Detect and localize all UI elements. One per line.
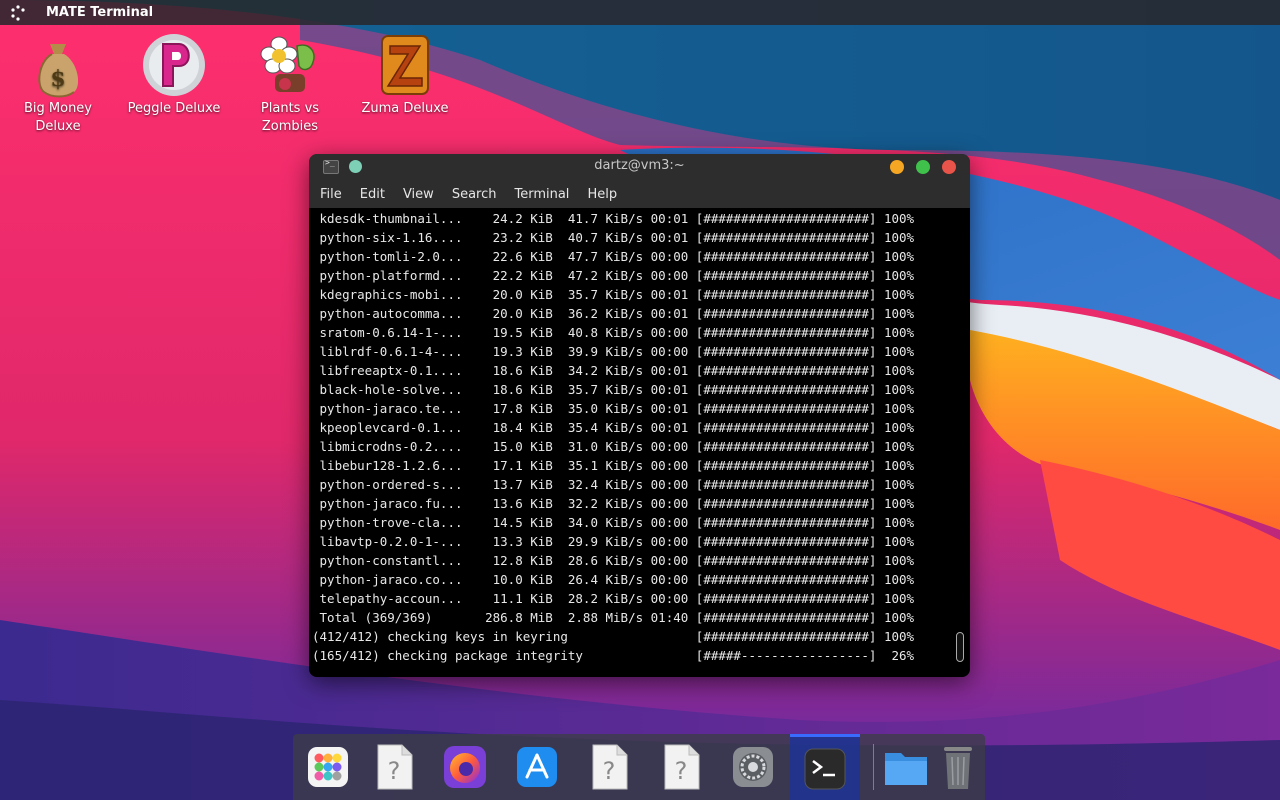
dock-item-app-store[interactable] xyxy=(502,734,572,800)
terminal-line: Total (369/369) 286.8 MiB 2.88 MiB/s 01:… xyxy=(312,610,915,625)
unknown-file-icon: ? xyxy=(592,744,628,790)
window-title: dartz@vm3:~ xyxy=(594,158,685,173)
menu-terminal[interactable]: Terminal xyxy=(505,187,578,202)
trash-icon xyxy=(944,747,972,789)
menu-edit[interactable]: Edit xyxy=(351,187,394,202)
zuma-icon xyxy=(381,35,429,95)
dock-item-firefox[interactable] xyxy=(430,734,500,800)
terminal-line: python-constantl... 12.8 KiB 28.6 KiB/s … xyxy=(312,553,915,568)
svg-text:?: ? xyxy=(603,757,616,785)
dock-item-trash[interactable] xyxy=(923,734,993,800)
minimize-button[interactable] xyxy=(890,160,904,174)
terminal-line: (165/412) checking package integrity [##… xyxy=(312,648,915,663)
terminal-line: python-tomli-2.0... 22.6 KiB 47.7 KiB/s … xyxy=(312,249,915,264)
svg-text:$: $ xyxy=(50,66,65,92)
desktop-icon-label: Plants vs Zombies xyxy=(260,101,320,134)
window-titlebar[interactable]: dartz@vm3:~ xyxy=(309,154,970,180)
terminal-text: kdesdk-thumbnail... 24.2 KiB 41.7 KiB/s … xyxy=(312,209,952,665)
dock-item-settings[interactable] xyxy=(718,734,788,800)
terminal-line: telepathy-accoun... 11.1 KiB 28.2 KiB/s … xyxy=(312,591,915,606)
svg-text:?: ? xyxy=(675,757,688,785)
svg-text:?: ? xyxy=(388,757,401,785)
plants-vs-zombies-icon xyxy=(260,36,315,92)
top-panel: MATE Terminal xyxy=(0,0,1280,25)
terminal-line: python-six-1.16.... 23.2 KiB 40.7 KiB/s … xyxy=(312,230,915,245)
active-app-title: MATE Terminal xyxy=(46,5,154,20)
terminal-window[interactable]: dartz@vm3:~ File Edit View Search Termin… xyxy=(309,154,970,677)
app-store-icon xyxy=(517,747,557,787)
terminal-icon xyxy=(804,748,846,789)
terminal-line: libmicrodns-0.2.... 15.0 KiB 31.0 KiB/s … xyxy=(312,439,915,454)
maximize-button[interactable] xyxy=(916,160,930,174)
terminal-line: sratom-0.6.14-1-... 19.5 KiB 40.8 KiB/s … xyxy=(312,325,915,340)
terminal-line: black-hole-solve... 18.6 KiB 35.7 KiB/s … xyxy=(312,382,915,397)
desktop-icon-zuma[interactable]: Zuma Deluxe xyxy=(355,32,455,118)
peggle-icon xyxy=(143,34,205,96)
dock-item-app-grid[interactable] xyxy=(293,734,363,800)
terminal-line: (412/412) checking keys in keyring [####… xyxy=(312,629,915,644)
close-button[interactable] xyxy=(942,160,956,174)
desktop-icon-label: Big Money Deluxe xyxy=(23,101,92,134)
terminal-output-area[interactable]: kdesdk-thumbnail... 24.2 KiB 41.7 KiB/s … xyxy=(309,208,970,677)
terminal-line: libfreeaptx-0.1.... 18.6 KiB 34.2 KiB/s … xyxy=(312,363,915,378)
terminal-line: python-trove-cla... 14.5 KiB 34.0 KiB/s … xyxy=(312,515,915,530)
dock-item-unknown-3[interactable]: ? xyxy=(646,734,716,800)
terminal-line: kpeoplevcard-0.1... 18.4 KiB 35.4 KiB/s … xyxy=(312,420,915,435)
terminal-line: libebur128-1.2.6... 17.1 KiB 35.1 KiB/s … xyxy=(312,458,915,473)
terminal-scrollbar[interactable] xyxy=(956,632,964,662)
menu-file[interactable]: File xyxy=(311,187,351,202)
dock: ? ? ? xyxy=(293,734,985,800)
dock-item-unknown-2[interactable]: ? xyxy=(574,734,644,800)
menu-view[interactable]: View xyxy=(394,187,443,202)
unknown-file-icon: ? xyxy=(664,744,700,790)
terminal-line: python-jaraco.co... 10.0 KiB 26.4 KiB/s … xyxy=(312,572,915,587)
desktop-icon-label: Peggle Deluxe xyxy=(127,101,221,116)
terminal-line: libavtp-0.2.0-1-... 13.3 KiB 29.9 KiB/s … xyxy=(312,534,915,549)
desktop-icon-peggle[interactable]: Peggle Deluxe xyxy=(124,32,224,118)
terminal-line: python-autocomma... 20.0 KiB 36.2 KiB/s … xyxy=(312,306,915,321)
terminal-line: python-ordered-s... 13.7 KiB 32.4 KiB/s … xyxy=(312,477,915,492)
terminal-line: python-jaraco.fu... 13.6 KiB 32.2 KiB/s … xyxy=(312,496,915,511)
app-grid-icon xyxy=(308,747,348,787)
dock-item-unknown-1[interactable]: ? xyxy=(359,734,429,800)
settings-icon xyxy=(733,747,773,787)
menu-help[interactable]: Help xyxy=(578,187,626,202)
money-bag-icon: $ xyxy=(38,44,79,98)
menu-dots-icon[interactable] xyxy=(0,0,36,25)
desktop-icon-big-money[interactable]: $ Big Money Deluxe xyxy=(8,36,108,136)
firefox-icon xyxy=(444,746,486,788)
terminal-line: python-jaraco.te... 17.8 KiB 35.0 KiB/s … xyxy=(312,401,915,416)
menu-search[interactable]: Search xyxy=(443,187,506,202)
desktop-icon-label: Zuma Deluxe xyxy=(361,101,449,116)
dock-item-terminal[interactable] xyxy=(790,734,860,800)
menu-bar: File Edit View Search Terminal Help xyxy=(309,180,970,208)
terminal-line: python-platformd... 22.2 KiB 47.2 KiB/s … xyxy=(312,268,915,283)
terminal-line: liblrdf-0.6.1-4-... 19.3 KiB 39.9 KiB/s … xyxy=(312,344,915,359)
terminal-line: kdesdk-thumbnail... 24.2 KiB 41.7 KiB/s … xyxy=(312,211,915,226)
unknown-file-icon: ? xyxy=(377,744,413,790)
terminal-line: kdegraphics-mobi... 20.0 KiB 35.7 KiB/s … xyxy=(312,287,915,302)
desktop-icon-plants-vs-zombies[interactable]: Plants vs Zombies xyxy=(240,32,340,136)
